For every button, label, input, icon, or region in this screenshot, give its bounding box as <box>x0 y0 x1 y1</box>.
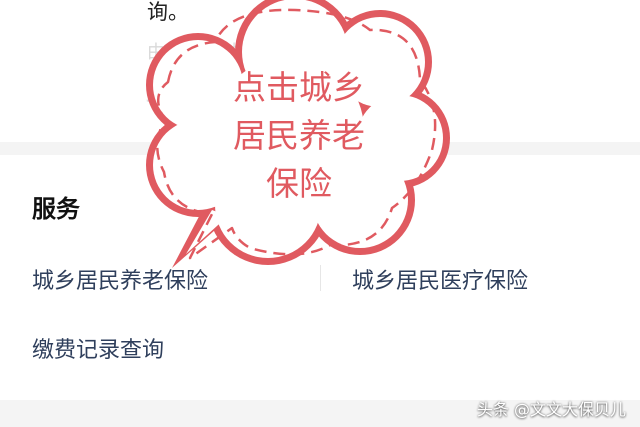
service-rural-pension[interactable]: 城乡居民养老保险 <box>32 263 208 295</box>
rating: 3.9 ★ <box>145 80 207 110</box>
top-card: 询。 由 医保局 提供 3.9 ★ <box>0 0 640 142</box>
service-rural-medical[interactable]: 城乡居民医疗保险 <box>352 263 528 295</box>
section-title: 服务 <box>32 195 80 223</box>
service-payment-records[interactable]: 缴费记录查询 <box>32 332 164 364</box>
divider <box>320 265 321 291</box>
rating-score: 3.9 <box>145 82 182 108</box>
star-icon: ★ <box>187 82 208 108</box>
query-tail-text: 询。 <box>147 0 189 24</box>
watermark: 头条 @文文大保贝儿 <box>476 400 626 419</box>
services-card: 服务 城乡居民养老保险 城乡居民医疗保险 缴费记录查询 <box>0 155 640 400</box>
provider-text: 由 医保局 提供 <box>147 42 267 63</box>
